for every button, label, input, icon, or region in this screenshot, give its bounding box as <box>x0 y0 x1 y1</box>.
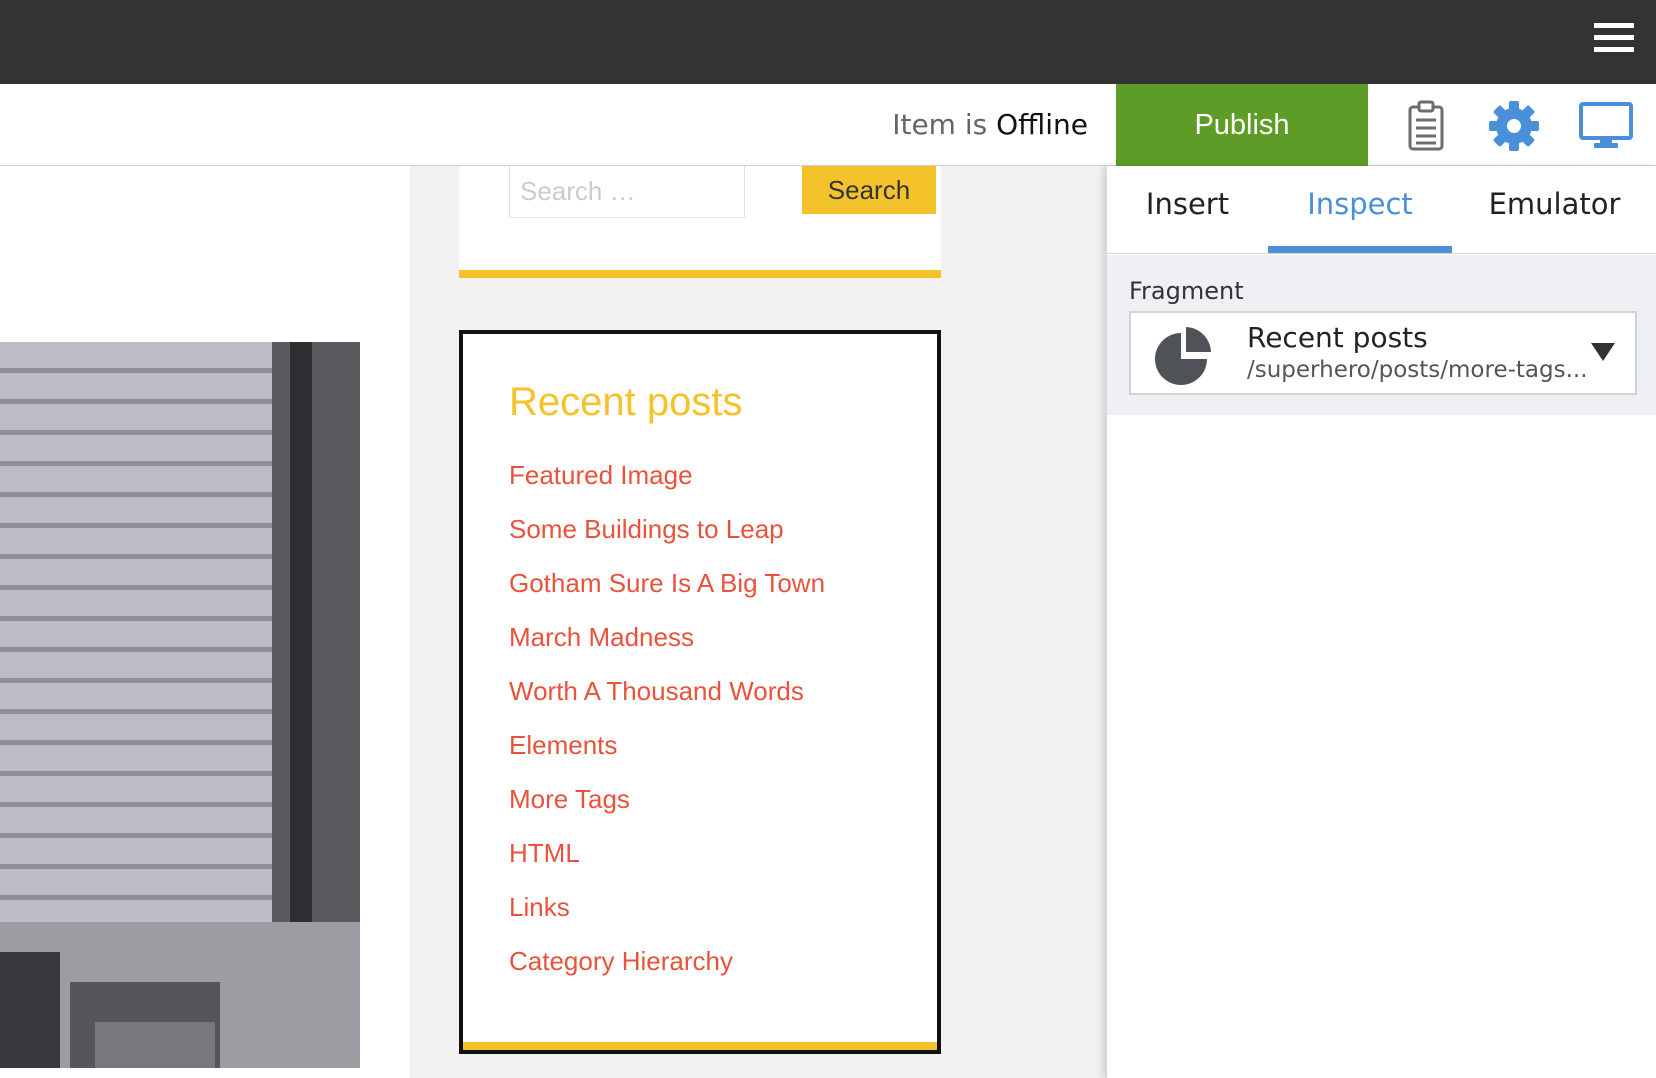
search-input[interactable] <box>509 166 745 218</box>
post-link[interactable]: Worth A Thousand Words <box>509 676 804 706</box>
clipboard-icon[interactable] <box>1398 98 1454 154</box>
chevron-down-icon <box>1591 343 1615 361</box>
list-item: Links <box>509 892 825 946</box>
status-prefix: Item is <box>892 108 988 141</box>
tab-insert[interactable]: Insert <box>1107 166 1268 254</box>
list-item: Featured Image <box>509 460 825 514</box>
post-link[interactable]: March Madness <box>509 622 694 652</box>
blog-sidebar: Search Recent posts Featured Image Some … <box>410 166 1106 1078</box>
fragment-title: Recent posts <box>1247 321 1428 354</box>
item-status: Item is Offline <box>892 108 1088 141</box>
list-item: More Tags <box>509 784 825 838</box>
active-tab-indicator <box>1268 246 1452 253</box>
tab-emulator[interactable]: Emulator <box>1452 166 1656 254</box>
inspector-panel: Insert Inspect Emulator Fragment Recent … <box>1106 166 1656 1078</box>
tab-inspect[interactable]: Inspect <box>1268 166 1452 254</box>
list-item: Elements <box>509 730 825 784</box>
list-item: Some Buildings to Leap <box>509 514 825 568</box>
hamburger-menu-icon[interactable] <box>1594 23 1634 55</box>
search-button[interactable]: Search <box>802 166 936 214</box>
post-link[interactable]: Some Buildings to Leap <box>509 514 784 544</box>
post-link[interactable]: Featured Image <box>509 460 693 490</box>
fragment-label: Fragment <box>1129 277 1244 305</box>
pie-chart-icon <box>1153 323 1215 385</box>
list-item: Category Hierarchy <box>509 946 825 1000</box>
recent-posts-widget[interactable]: Recent posts Featured Image Some Buildin… <box>459 330 941 1054</box>
editor-toolbar: Item is Offline Publish <box>0 84 1656 166</box>
list-item: HTML <box>509 838 825 892</box>
post-link[interactable]: Gotham Sure Is A Big Town <box>509 568 825 598</box>
top-bar <box>0 0 1656 84</box>
recent-posts-list: Featured Image Some Buildings to Leap Go… <box>509 460 825 1000</box>
recent-posts-title: Recent posts <box>509 380 743 424</box>
fragment-section: Fragment Recent posts /superhero/posts/m… <box>1107 255 1656 415</box>
publish-button[interactable]: Publish <box>1116 84 1368 166</box>
post-link[interactable]: More Tags <box>509 784 630 814</box>
list-item: Gotham Sure Is A Big Town <box>509 568 825 622</box>
post-link[interactable]: Links <box>509 892 570 922</box>
post-link[interactable]: Category Hierarchy <box>509 946 733 976</box>
fragment-dropdown[interactable]: Recent posts /superhero/posts/more-tags.… <box>1129 311 1637 395</box>
list-item: March Madness <box>509 622 825 676</box>
search-widget: Search <box>459 166 941 278</box>
list-item: Worth A Thousand Words <box>509 676 825 730</box>
site-preview: Search Recent posts Featured Image Some … <box>0 166 1106 1078</box>
post-link[interactable]: Elements <box>509 730 617 760</box>
panel-tabs: Insert Inspect Emulator <box>1107 166 1656 254</box>
gear-icon[interactable] <box>1486 98 1542 154</box>
status-value: Offline <box>996 108 1088 141</box>
widget-accent-border <box>463 1042 937 1050</box>
post-link[interactable]: HTML <box>509 838 580 868</box>
fragment-path: /superhero/posts/more-tags... <box>1247 357 1588 383</box>
monitor-icon[interactable] <box>1578 98 1634 154</box>
post-photo <box>0 342 360 1068</box>
